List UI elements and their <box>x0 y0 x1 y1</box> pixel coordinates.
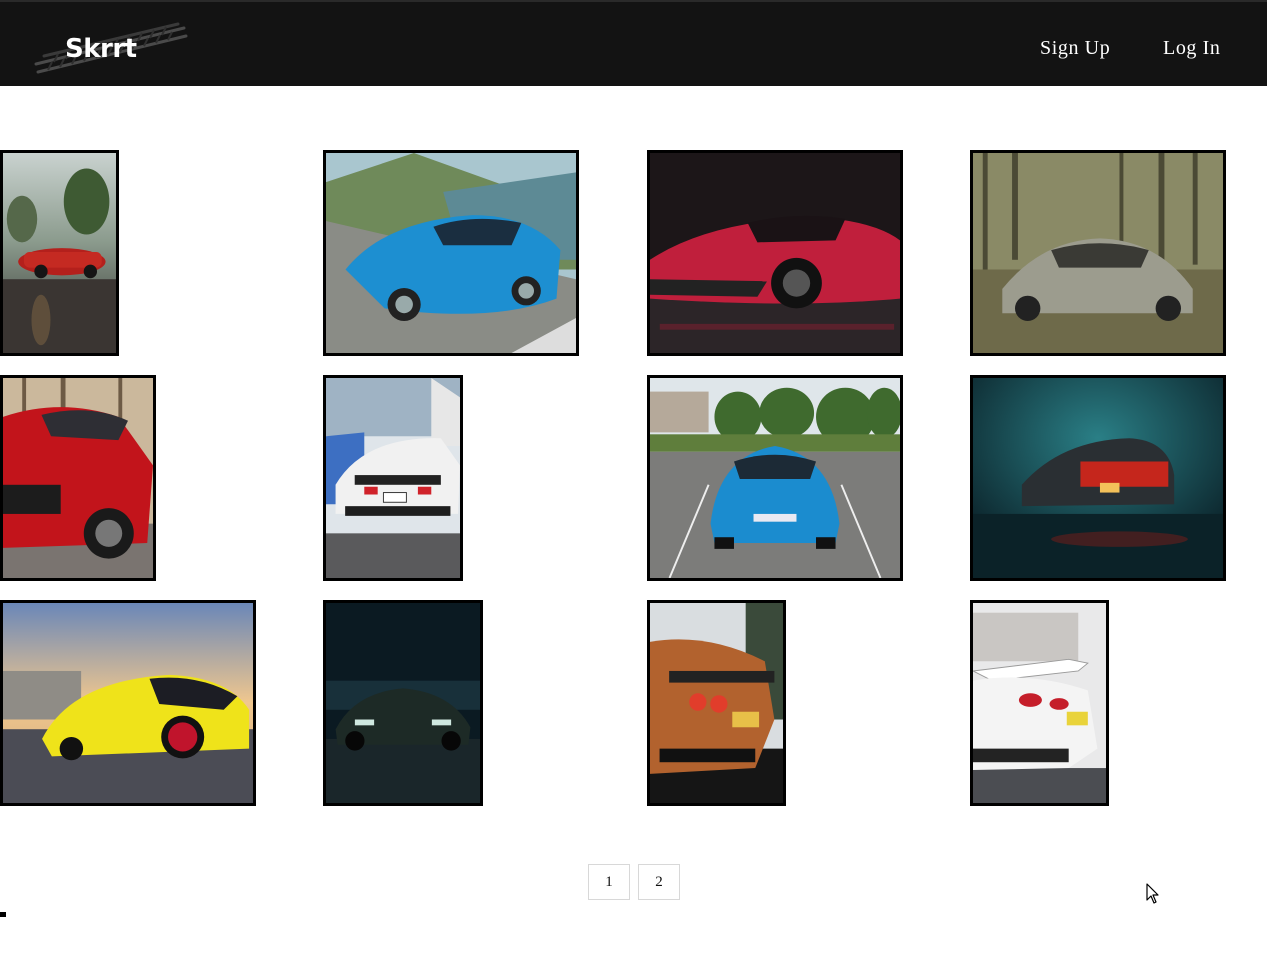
gallery-image[interactable] <box>323 600 483 806</box>
gallery-image[interactable] <box>323 375 463 581</box>
dark-coupe-thumbnail <box>326 603 480 803</box>
gallery-image[interactable] <box>970 375 1226 581</box>
bronze-gt-car-thumbnail <box>650 603 783 803</box>
red-convertible-thumbnail <box>3 153 116 353</box>
teal-fog-car-thumbnail <box>973 378 1223 578</box>
site-logo[interactable]: Skrrt <box>34 12 188 78</box>
edge-marker <box>0 912 6 917</box>
gallery-image[interactable] <box>970 600 1109 806</box>
white-sportscar-wing-thumbnail <box>973 603 1106 803</box>
white-sportscar-thumbnail <box>326 378 460 578</box>
gallery-image[interactable] <box>647 150 903 356</box>
blue-coupe-thumbnail <box>650 378 900 578</box>
top-navbar: Skrrt Sign Up Log In <box>0 0 1267 86</box>
blue-supercar-thumbnail <box>326 153 576 353</box>
yellow-coupe-thumbnail <box>3 603 253 803</box>
red-hatchback-thumbnail <box>3 378 153 578</box>
logo-text: Skrrt <box>65 34 137 64</box>
gallery-image[interactable] <box>0 600 256 806</box>
silver-coupe-thumbnail <box>973 153 1223 353</box>
gallery-image[interactable] <box>647 375 903 581</box>
gallery-image[interactable] <box>970 150 1226 356</box>
signup-link[interactable]: Sign Up <box>1040 38 1110 58</box>
gallery-image[interactable] <box>323 150 579 356</box>
page-button-1[interactable]: 1 <box>588 864 630 900</box>
gallery-image[interactable] <box>647 600 786 806</box>
red-sportscar-thumbnail <box>650 153 900 353</box>
login-link[interactable]: Log In <box>1163 38 1220 58</box>
page-button-2[interactable]: 2 <box>638 864 680 900</box>
gallery-image[interactable] <box>0 375 156 581</box>
mouse-pointer-icon <box>1146 883 1159 904</box>
gallery-image[interactable] <box>0 150 119 356</box>
